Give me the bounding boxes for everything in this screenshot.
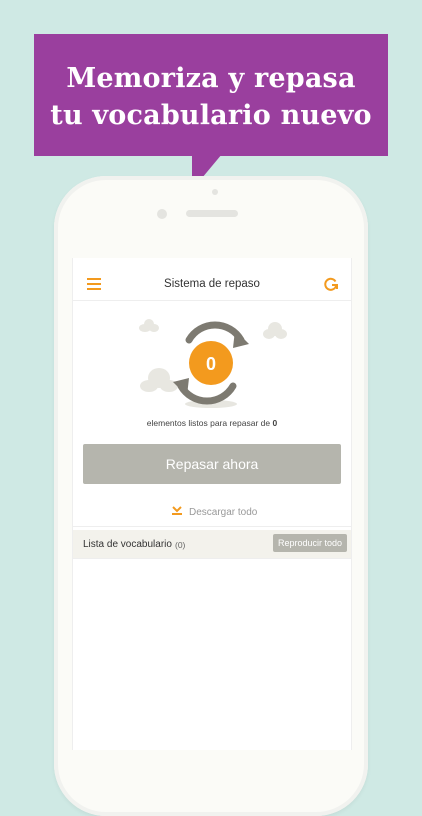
app-bar: Sistema de repaso [73,258,351,301]
play-all-button[interactable]: Reproducir todo [272,534,347,552]
vocab-list-title: Lista de vocabulario [83,539,172,550]
refresh-icon[interactable] [323,276,339,292]
review-illustration: 0 [139,319,287,408]
cloud-icon [140,368,178,392]
promo-headline-line1: Memoriza y repasa [66,63,356,94]
cloud-icon [263,322,287,339]
vocab-list-count: (0) [175,540,186,550]
earpiece-speaker [186,210,238,217]
review-now-button[interactable]: Repasar ahora [83,444,341,484]
promo-headline-line2: tu vocabulario nuevo [50,100,372,131]
app-screen: Sistema de repaso 0 elementos listos par… [72,258,352,750]
download-all-row[interactable]: Descargar todo [73,494,351,527]
promo-banner: Memoriza y repasa tu vocabulario nuevo [34,34,388,156]
review-count-text: elementos listos para repasar de 0 [73,418,351,428]
review-count-total: 0 [272,418,278,428]
download-icon [172,506,182,515]
cloud-icon [139,319,159,332]
review-count-value: 0 [206,354,216,374]
camera-dot [212,189,218,195]
vocab-list-header: Lista de vocabulario (0) Reproducir todo [73,530,351,559]
front-camera [157,209,167,219]
download-all-label: Descargar todo [189,507,258,518]
review-count-label: elementos listos para repasar de [146,418,271,428]
screen-title: Sistema de repaso [164,278,260,290]
vocab-list [73,559,351,750]
promo-headline: Memoriza y repasa tu vocabulario nuevo [34,60,388,134]
